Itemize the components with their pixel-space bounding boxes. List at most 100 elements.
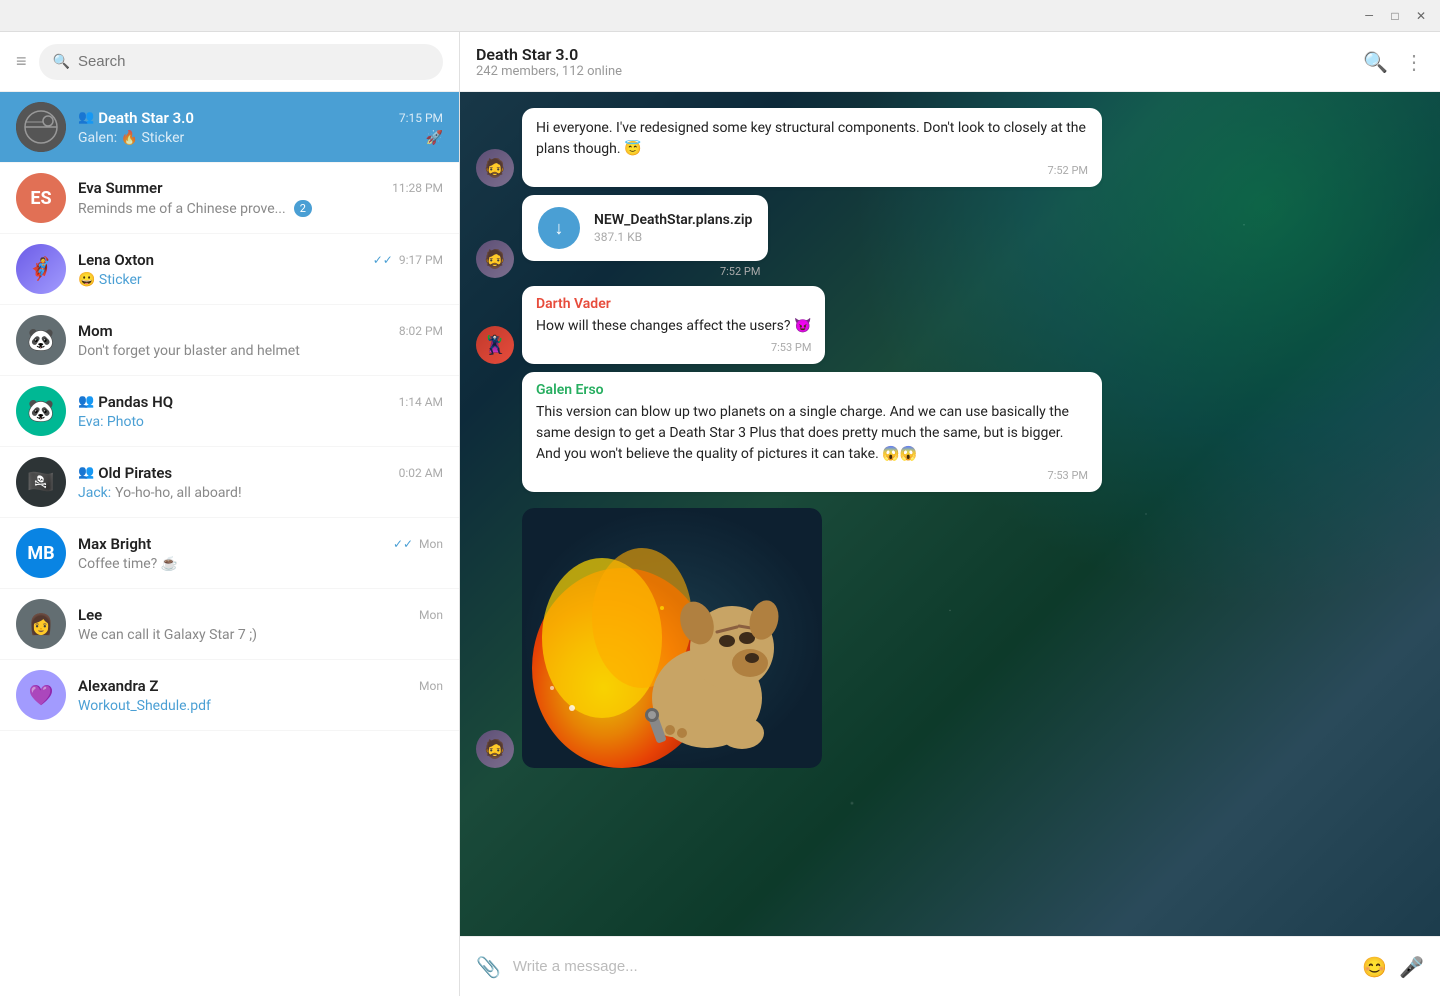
- chat-item-alexandra[interactable]: 💜 Alexandra Z Mon Workout_Shedule.pdf: [0, 660, 459, 731]
- file-download-button[interactable]: ↓: [538, 207, 580, 249]
- chat-item-death-star[interactable]: 👥 Death Star 3.0 7:15 PM Galen: 🔥 Sticke…: [0, 92, 459, 163]
- chat-preview-pirates: Jack: Yo-ho-ho, all aboard!: [78, 485, 443, 501]
- chat-time-death-star: 7:15 PM: [399, 111, 443, 125]
- msg-avatar-1: 🧔: [476, 149, 514, 187]
- read-check-lena: ✓✓: [373, 253, 393, 267]
- sticker-message: [522, 508, 822, 768]
- app: ≡ 🔍: [0, 32, 1440, 996]
- message-text-3: How will these changes affect the users?…: [536, 316, 811, 337]
- message-time-4: 7:53 PM: [536, 469, 1088, 482]
- chat-item-lee[interactable]: 👩 Lee Mon We can call it Galaxy Star 7 ;…: [0, 589, 459, 660]
- chat-time-alexandra: Mon: [419, 679, 443, 693]
- chat-time-pirates: 0:02 AM: [399, 466, 443, 480]
- message-row-2: 🧔 ↓ NEW_DeathStar.plans.zip 387.1 KB 7:5…: [476, 195, 1424, 278]
- chat-item-old-pirates[interactable]: 🏴‍☠️ 👥 Old Pirates 0:02 AM Jack: Yo-ho-h…: [0, 447, 459, 518]
- message-row-4: Galen Erso This version can blow up two …: [476, 372, 1424, 492]
- chat-preview-death-star: Galen: 🔥 Sticker 🚀: [78, 130, 443, 146]
- chat-info-pirates: 👥 Old Pirates 0:02 AM Jack: Yo-ho-ho, al…: [78, 464, 443, 501]
- chat-preview-lee: We can call it Galaxy Star 7 ;): [78, 627, 443, 643]
- chat-item-max-bright[interactable]: MB Max Bright ✓✓ Mon Coffee time? ☕: [0, 518, 459, 589]
- chat-info-pandas: 👥 Pandas HQ 1:14 AM Eva: Photo: [78, 393, 443, 430]
- attachment-icon[interactable]: 📎: [476, 955, 501, 979]
- chat-item-lena-oxton[interactable]: 🦸 Lena Oxton ✓✓ 9:17 PM 😀 Sticker: [0, 234, 459, 305]
- unread-badge-eva: 2: [294, 200, 312, 217]
- sticker-row: 🧔: [476, 508, 1424, 768]
- chat-header-row: 👥 Death Star 3.0 7:15 PM: [78, 109, 443, 127]
- avatar-old-pirates: 🏴‍☠️: [16, 457, 66, 507]
- input-area: 📎 😊 🎤: [460, 936, 1440, 996]
- avatar-death-star: [16, 102, 66, 152]
- chat-preview-max: Coffee time? ☕: [78, 556, 443, 572]
- chat-list: 👥 Death Star 3.0 7:15 PM Galen: 🔥 Sticke…: [0, 92, 459, 996]
- message-input[interactable]: [513, 958, 1350, 975]
- msg-avatar-darth: 🦹: [476, 326, 514, 364]
- close-button[interactable]: ✕: [1414, 9, 1428, 23]
- avatar-lena-oxton: 🦸: [16, 244, 66, 294]
- voice-icon[interactable]: 🎤: [1399, 955, 1424, 979]
- chat-item-eva-summer[interactable]: ES Eva Summer 11:28 PM Reminds me of a C…: [0, 163, 459, 234]
- avatar-max-bright: MB: [16, 528, 66, 578]
- more-options-button[interactable]: ⋮: [1404, 50, 1424, 74]
- search-box[interactable]: 🔍: [39, 44, 443, 80]
- message-time-3: 7:53 PM: [536, 341, 811, 354]
- file-time: 7:52 PM: [522, 265, 768, 278]
- search-chat-button[interactable]: 🔍: [1363, 50, 1388, 74]
- sender-name-darth: Darth Vader: [536, 296, 811, 312]
- avatar-mom: 🐼: [16, 315, 66, 365]
- message-row-3: 🦹 Darth Vader How will these changes aff…: [476, 286, 1424, 364]
- chat-time-max: Mon: [419, 537, 443, 551]
- chat-info-max: Max Bright ✓✓ Mon Coffee time? ☕: [78, 535, 443, 572]
- chat-name-lena: Lena Oxton: [78, 251, 154, 269]
- sticker-sender-avatar: 🧔: [476, 730, 514, 768]
- emoji-icon[interactable]: 😊: [1362, 955, 1387, 979]
- chat-info-death-star: 👥 Death Star 3.0 7:15 PM Galen: 🔥 Sticke…: [78, 109, 443, 146]
- chat-info-mom: Mom 8:02 PM Don't forget your blaster an…: [78, 322, 443, 359]
- file-info: NEW_DeathStar.plans.zip 387.1 KB: [594, 212, 752, 244]
- sidebar-header: ≡ 🔍: [0, 32, 459, 92]
- chat-time-eva: 11:28 PM: [392, 181, 443, 195]
- chat-name-mom: Mom: [78, 322, 113, 340]
- chat-item-pandas-hq[interactable]: 🐼 👥 Pandas HQ 1:14 AM Eva: Photo: [0, 376, 459, 447]
- chat-preview-eva: Reminds me of a Chinese prove... 2: [78, 200, 443, 217]
- message-bubble-3: Darth Vader How will these changes affec…: [522, 286, 825, 364]
- chat-title: Death Star 3.0: [476, 45, 1363, 64]
- group-icon: 👥: [78, 110, 94, 125]
- message-bubble-1: Hi everyone. I've redesigned some key st…: [522, 108, 1102, 187]
- minimize-button[interactable]: —: [1362, 9, 1376, 23]
- chat-time-pandas: 1:14 AM: [399, 395, 443, 409]
- maximize-button[interactable]: □: [1388, 9, 1402, 23]
- messages-area: 🧔 Hi everyone. I've redesigned some key …: [460, 92, 1440, 936]
- sidebar: ≡ 🔍: [0, 32, 460, 996]
- chat-header: Death Star 3.0 242 members, 112 online 🔍…: [460, 32, 1440, 92]
- chat-item-mom[interactable]: 🐼 Mom 8:02 PM Don't forget your blaster …: [0, 305, 459, 376]
- avatar-eva-summer: ES: [16, 173, 66, 223]
- chat-time-mom: 8:02 PM: [399, 324, 443, 338]
- chat-name-death-star: 👥 Death Star 3.0: [78, 109, 194, 127]
- chat-info-eva-summer: Eva Summer 11:28 PM Reminds me of a Chin…: [78, 179, 443, 217]
- chat-preview-lena: 😀 Sticker: [78, 272, 443, 288]
- chat-name-max: Max Bright: [78, 535, 151, 553]
- file-name: NEW_DeathStar.plans.zip: [594, 212, 752, 228]
- search-input[interactable]: [78, 53, 429, 70]
- chat-time-lee: Mon: [419, 608, 443, 622]
- menu-icon[interactable]: ≡: [16, 51, 27, 72]
- chat-header-actions: 🔍 ⋮: [1363, 50, 1424, 74]
- file-size: 387.1 KB: [594, 230, 752, 244]
- chat-area: Death Star 3.0 242 members, 112 online 🔍…: [460, 32, 1440, 996]
- chat-name-pandas: 👥 Pandas HQ: [78, 393, 173, 411]
- sender-name-galen: Galen Erso: [536, 382, 1088, 398]
- message-time-1: 7:52 PM: [536, 164, 1088, 177]
- chat-time-lena: 9:17 PM: [399, 253, 443, 267]
- search-icon: 🔍: [53, 54, 70, 70]
- chat-name-pirates: 👥 Old Pirates: [78, 464, 172, 482]
- message-text-1: Hi everyone. I've redesigned some key st…: [536, 118, 1088, 160]
- read-check-max: ✓✓: [393, 537, 413, 551]
- message-row-1: 🧔 Hi everyone. I've redesigned some key …: [476, 108, 1424, 187]
- chat-name-lee: Lee: [78, 606, 102, 624]
- file-bubble: ↓ NEW_DeathStar.plans.zip 387.1 KB: [522, 195, 768, 261]
- avatar-lee: 👩: [16, 599, 66, 649]
- chat-name-alexandra: Alexandra Z: [78, 677, 158, 695]
- chat-header-info: Death Star 3.0 242 members, 112 online: [476, 45, 1363, 79]
- avatar-pandas-hq: 🐼: [16, 386, 66, 436]
- pin-icon: 🚀: [426, 130, 443, 146]
